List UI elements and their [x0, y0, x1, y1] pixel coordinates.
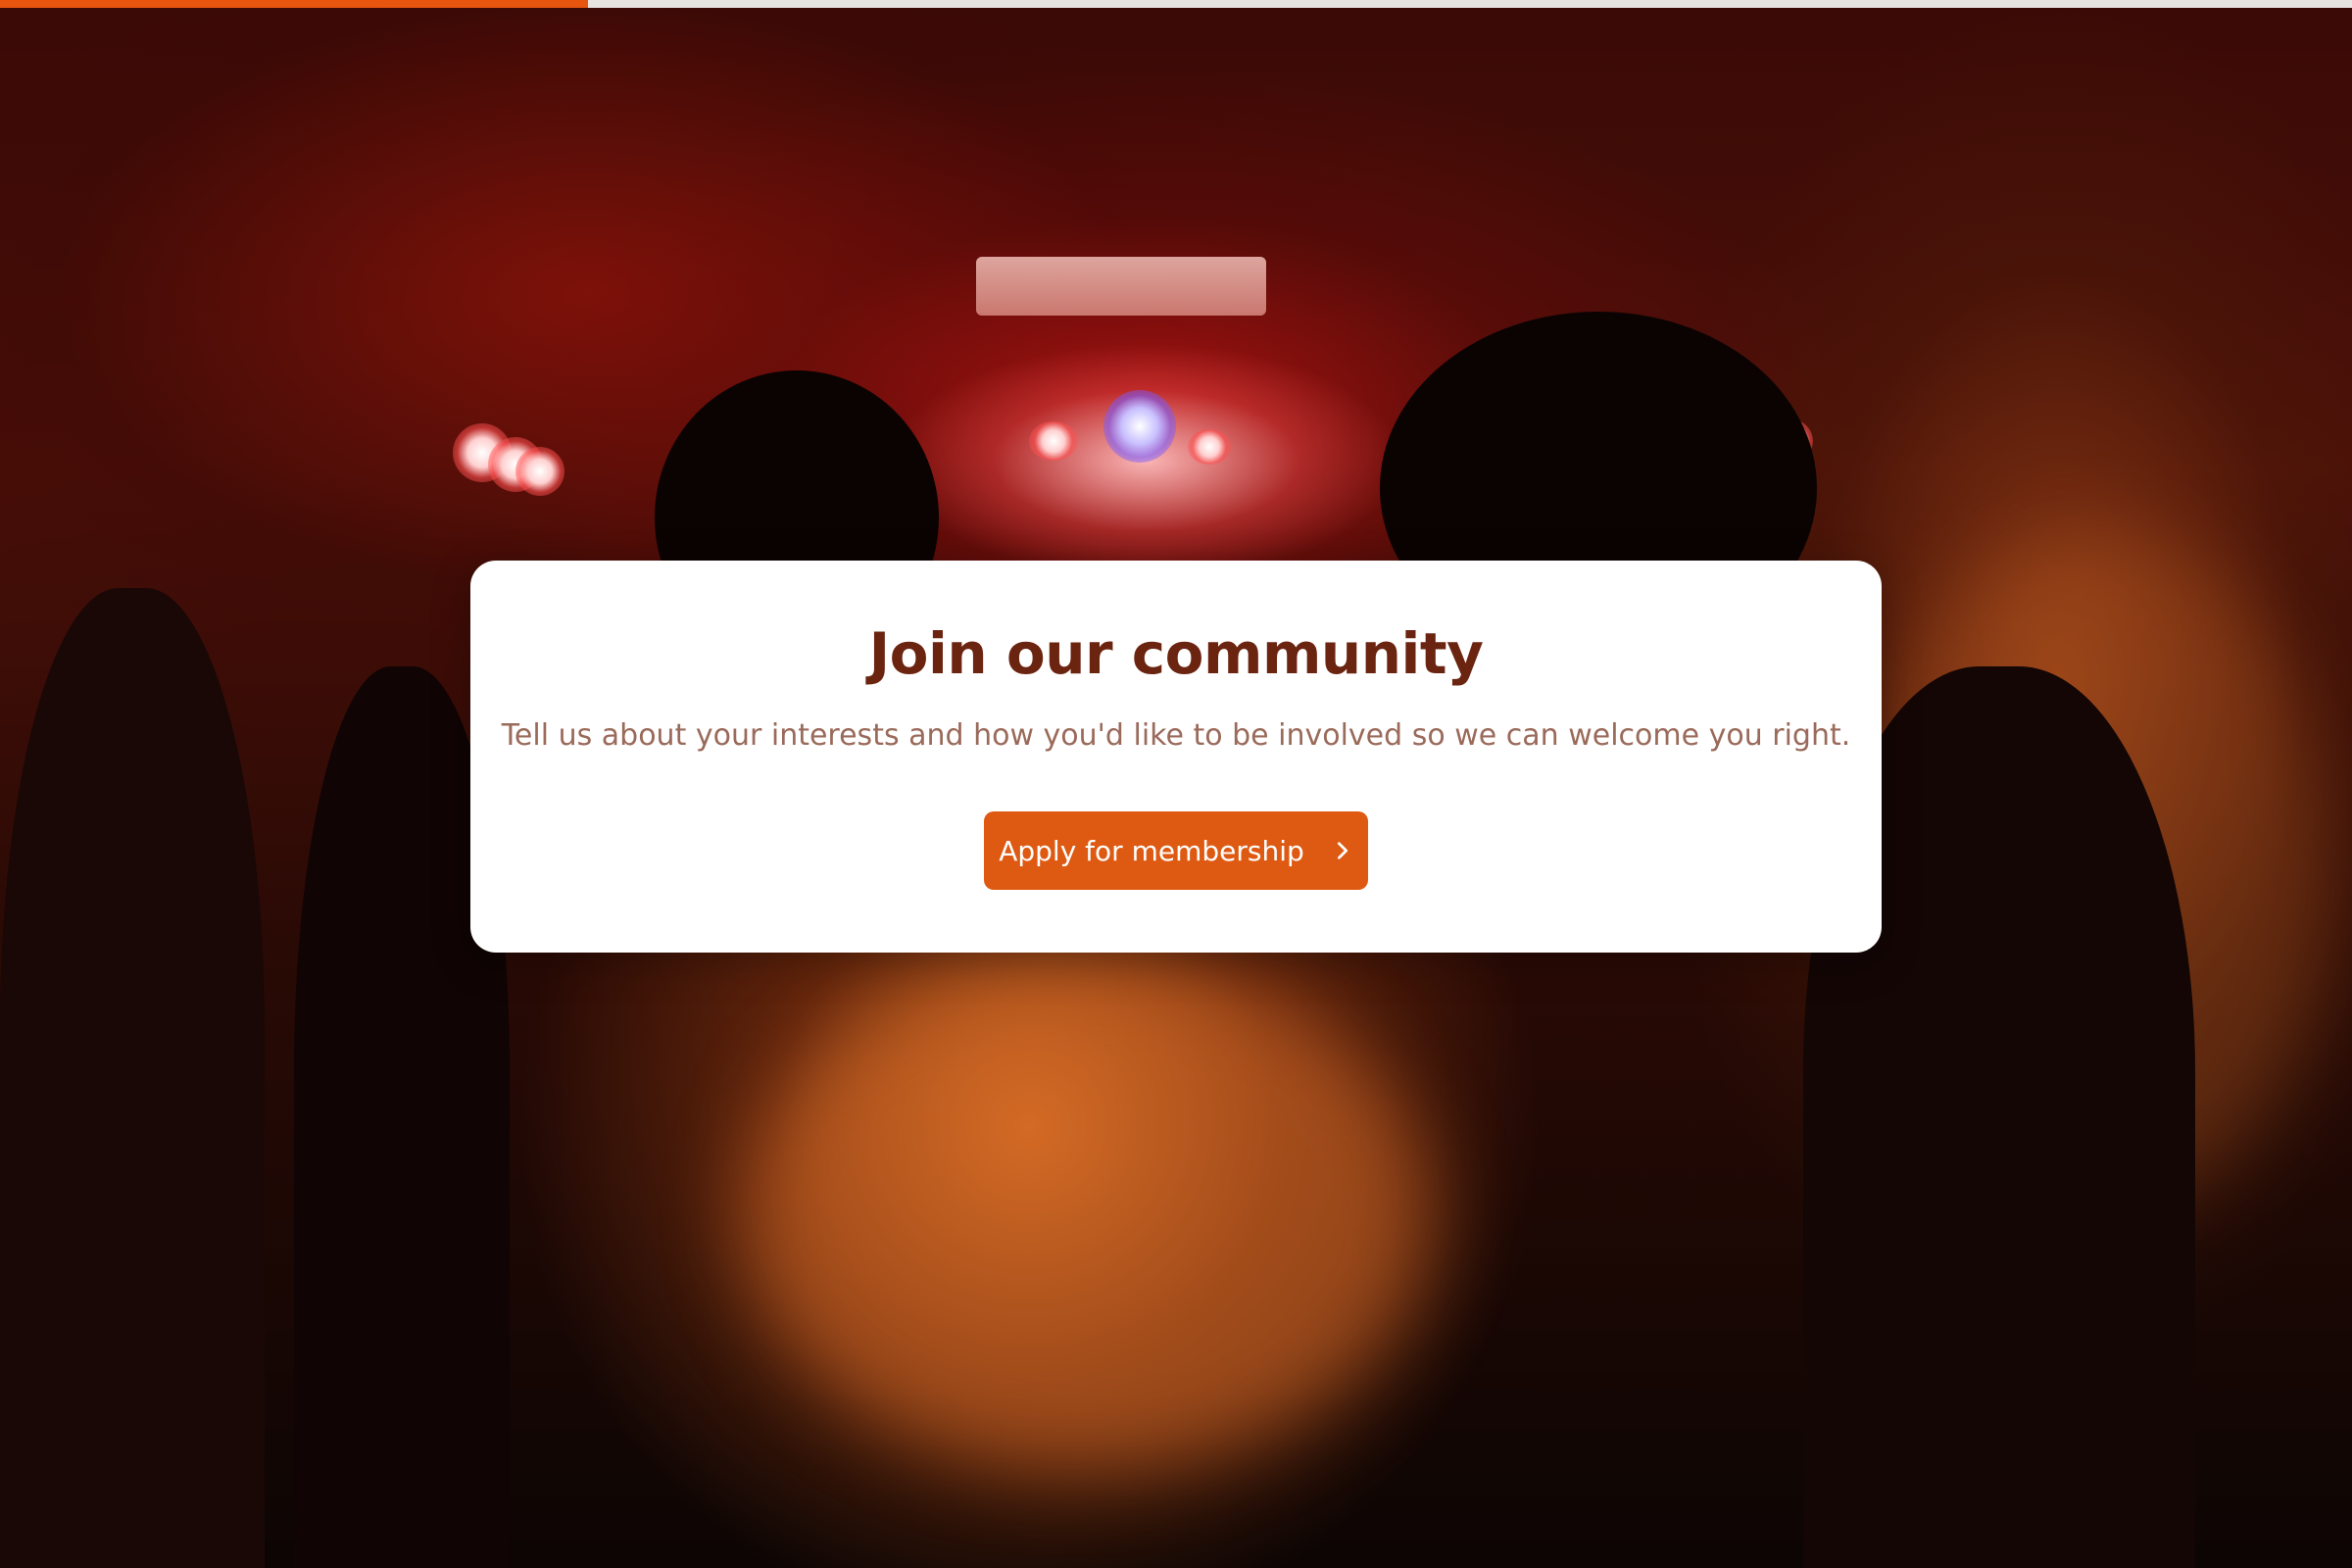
progress-bar	[0, 0, 2352, 8]
page: Join our community Tell us about your in…	[0, 0, 2352, 1568]
membership-card: Join our community Tell us about your in…	[470, 561, 1882, 953]
stage-light	[1029, 421, 1078, 461]
stage-light	[1103, 390, 1176, 463]
person-silhouette	[0, 588, 265, 1568]
apply-for-membership-button[interactable]: Apply for membership	[984, 811, 1368, 890]
stage-light	[1188, 429, 1231, 465]
chevron-right-icon	[1337, 842, 1348, 859]
smoke	[745, 960, 1431, 1470]
apply-button-label: Apply for membership	[999, 834, 1304, 867]
card-title: Join our community	[868, 620, 1484, 687]
stage-light	[515, 447, 564, 496]
card-subtitle: Tell us about your interests and how you…	[501, 717, 1851, 753]
ceiling-vent	[976, 257, 1266, 316]
progress-bar-fill	[0, 0, 588, 8]
